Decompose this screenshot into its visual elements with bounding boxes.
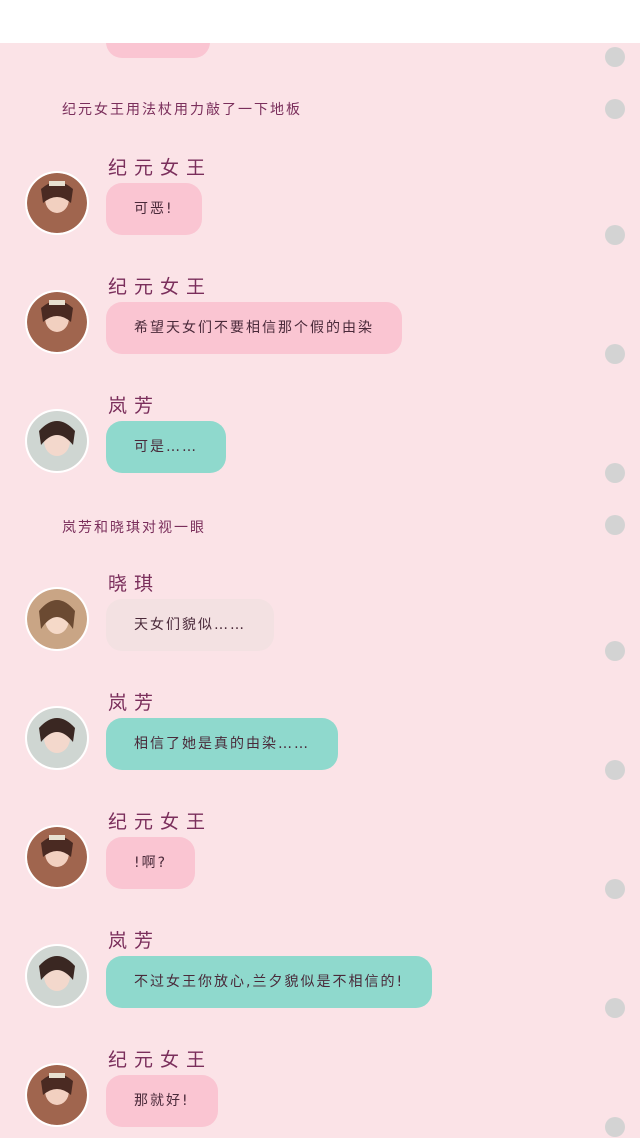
top-bar	[0, 0, 640, 43]
speaker-name: 纪元女王	[108, 157, 213, 179]
scroll-dot[interactable]	[605, 47, 625, 67]
message-bubble[interactable]: 不过女王你放心,兰夕貌似是不相信的!	[106, 956, 433, 1008]
queen-avatar[interactable]	[25, 171, 89, 235]
xiaoqi-avatar[interactable]	[25, 587, 89, 651]
message-bubble[interactable]: 可恶!	[106, 183, 202, 235]
message-bubble[interactable]: 天女们貌似……	[106, 599, 274, 651]
scroll-dot[interactable]	[605, 879, 625, 899]
scroll-dot[interactable]	[605, 344, 625, 364]
chat-area[interactable]: 纪元女王用法杖用力敲了一下地板 纪元女王 可恶! 纪元女王 希望天女们不要相信那…	[0, 43, 640, 1138]
narration-text: 岚芳和晓琪对视一眼	[62, 520, 206, 536]
speaker-name: 晓琪	[108, 573, 161, 595]
message-bubble[interactable]: 那就好!	[106, 1075, 218, 1127]
scroll-dot[interactable]	[605, 463, 625, 483]
partial-bubble	[106, 43, 210, 58]
scroll-dot[interactable]	[605, 515, 625, 535]
narration-text: 纪元女王用法杖用力敲了一下地板	[62, 102, 302, 118]
message-bubble[interactable]: 可是……	[106, 421, 226, 473]
speaker-name: 纪元女王	[108, 811, 213, 833]
message-bubble[interactable]: 希望天女们不要相信那个假的由染	[106, 302, 402, 354]
scroll-dot[interactable]	[605, 99, 625, 119]
speaker-name: 岚芳	[108, 930, 161, 952]
scroll-dot[interactable]	[605, 760, 625, 780]
queen-avatar[interactable]	[25, 825, 89, 889]
queen-avatar[interactable]	[25, 1063, 89, 1127]
lanfang-avatar[interactable]	[25, 706, 89, 770]
scroll-dot[interactable]	[605, 998, 625, 1018]
scroll-dot[interactable]	[605, 225, 625, 245]
scroll-dot[interactable]	[605, 641, 625, 661]
lanfang-avatar[interactable]	[25, 409, 89, 473]
speaker-name: 岚芳	[108, 692, 161, 714]
queen-avatar[interactable]	[25, 290, 89, 354]
message-bubble[interactable]: !啊?	[106, 837, 196, 889]
message-bubble[interactable]: 相信了她是真的由染……	[106, 718, 338, 770]
lanfang-avatar[interactable]	[25, 944, 89, 1008]
speaker-name: 纪元女王	[108, 276, 213, 298]
speaker-name: 岚芳	[108, 395, 161, 417]
speaker-name: 纪元女王	[108, 1049, 213, 1071]
scroll-dot[interactable]	[605, 1117, 625, 1137]
